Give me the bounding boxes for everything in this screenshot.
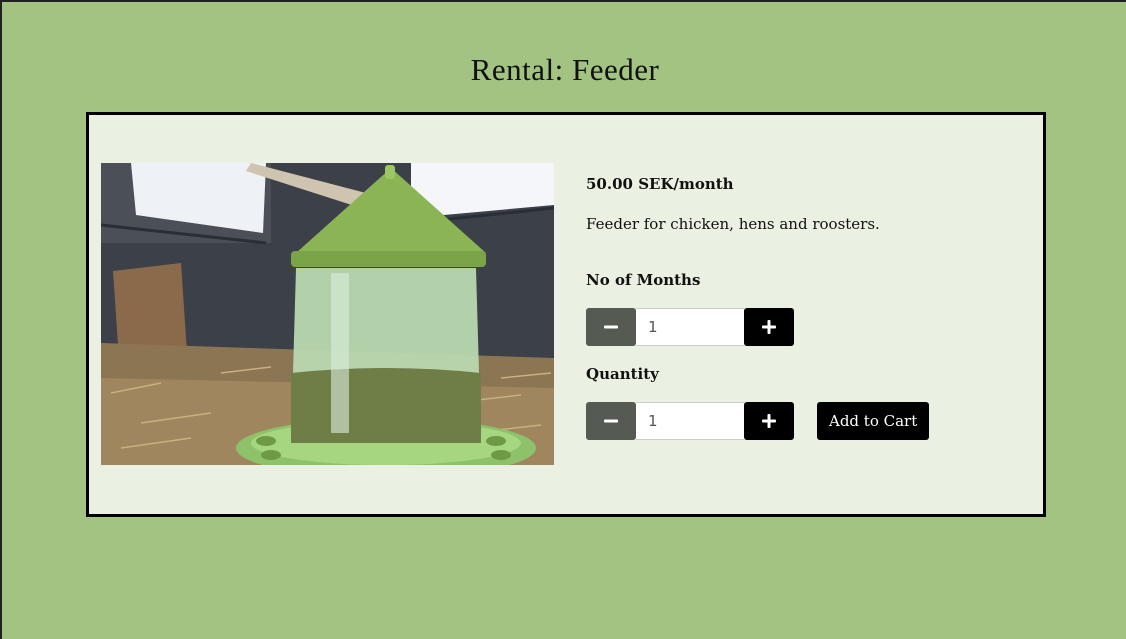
plus-icon: [762, 320, 776, 334]
product-price: 50.00 SEK/month: [586, 175, 734, 193]
months-stepper: [586, 308, 794, 346]
plus-icon: [762, 414, 776, 428]
page-title: Rental: Feeder: [470, 52, 660, 87]
minus-icon: [604, 419, 618, 423]
product-card: 50.00 SEK/month Feeder for chicken, hens…: [86, 112, 1046, 517]
product-image: [101, 163, 554, 465]
quantity-stepper: [586, 402, 794, 440]
quantity-label: Quantity: [586, 365, 659, 383]
quantity-decrement-button[interactable]: [586, 402, 636, 440]
product-description: Feeder for chicken, hens and roosters.: [586, 215, 880, 233]
months-decrement-button[interactable]: [586, 308, 636, 346]
quantity-increment-button[interactable]: [744, 402, 794, 440]
minus-icon: [604, 325, 618, 329]
quantity-input[interactable]: [636, 402, 744, 440]
months-label: No of Months: [586, 271, 701, 289]
add-to-cart-button[interactable]: Add to Cart: [817, 402, 930, 440]
months-input[interactable]: [636, 308, 744, 346]
months-increment-button[interactable]: [744, 308, 794, 346]
